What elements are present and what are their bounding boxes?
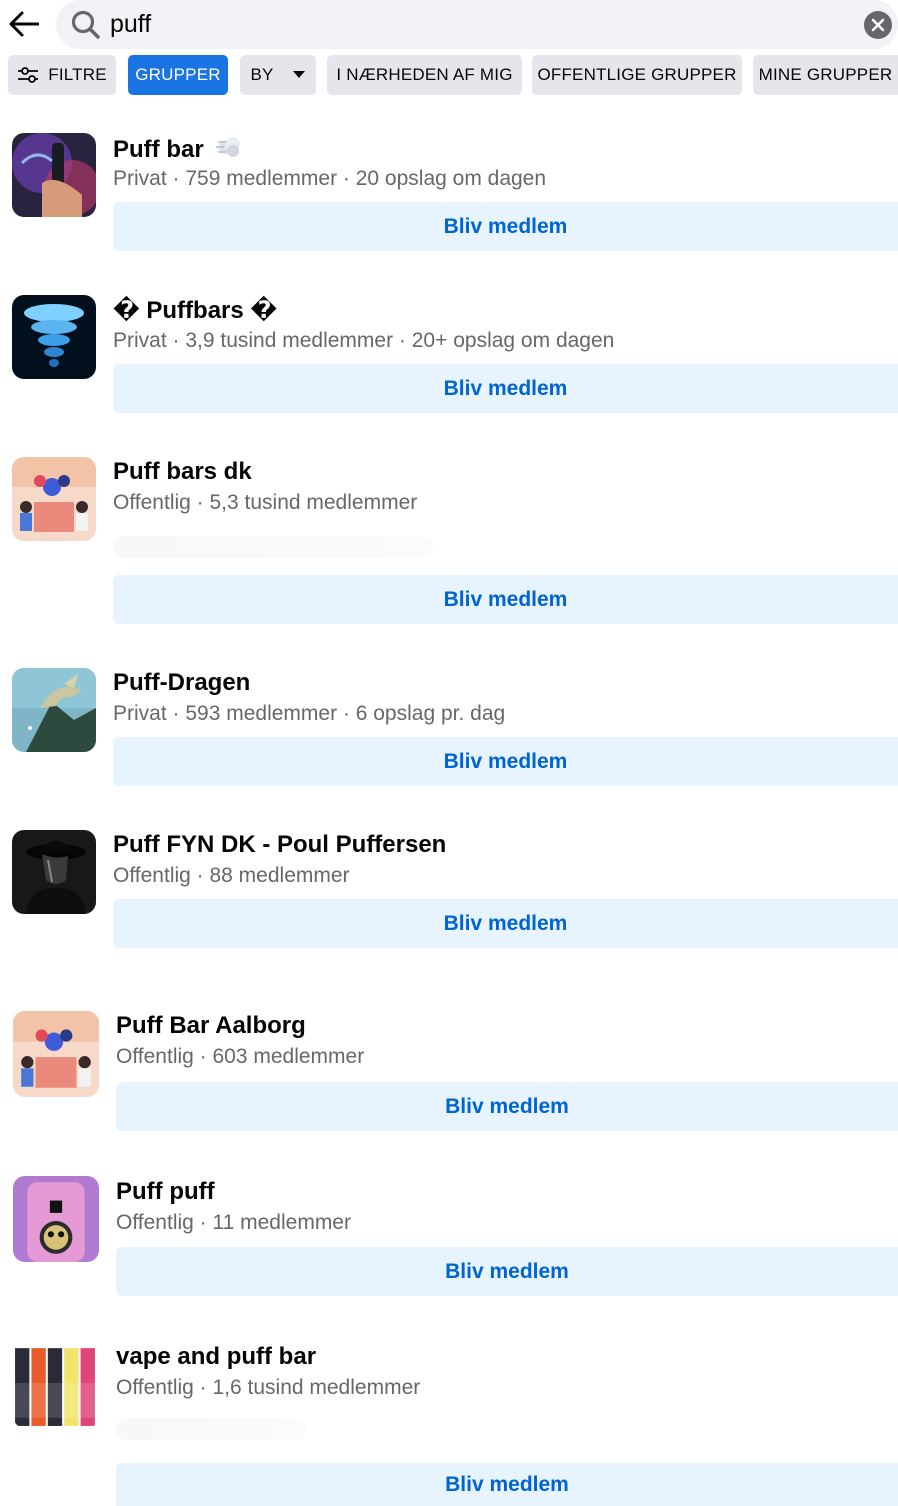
clear-search-button[interactable] (864, 11, 892, 39)
join-button[interactable]: Bliv medlem (113, 364, 898, 413)
group-result: Puff bar Privat · 759 medlemmer · 20 ops… (0, 132, 898, 257)
loading-placeholder (113, 536, 433, 558)
group-name: vape and puff bar (116, 1343, 317, 1370)
group-name: Puff-Dragen (113, 669, 251, 696)
join-button[interactable]: Bliv medlem (116, 1247, 898, 1296)
group-meta: Offentlig · 11 medlemmer (116, 1211, 351, 1234)
group-name: Puff puff (116, 1178, 215, 1205)
filter-chips: FILTRE GRUPPER BY I NÆRHEDEN AF MIG OFFE… (0, 55, 898, 95)
search-header (0, 0, 898, 50)
group-result: Puff Bar Aalborg Offentlig · 603 medlemm… (0, 1010, 898, 1135)
back-button[interactable] (6, 6, 42, 42)
group-result: vape and puff bar Offentlig · 1,6 tusind… (0, 1342, 898, 1506)
join-button[interactable]: Bliv medlem (116, 1082, 898, 1131)
filter-chip-label: I NÆRHEDEN AF MIG (336, 65, 513, 84)
group-result: Puff bars dk Offentlig · 5,3 tusind medl… (0, 456, 898, 626)
group-result: Puff-Dragen Privat · 593 medlemmer · 6 o… (0, 667, 898, 792)
search-box[interactable] (56, 0, 898, 49)
search-icon (71, 10, 100, 39)
search-input[interactable] (110, 8, 800, 40)
filter-chip-filtre[interactable]: FILTRE (8, 55, 116, 95)
group-name: Puff bar (113, 136, 204, 163)
filter-chip-label: BY (250, 65, 274, 84)
filter-chip-naerheden[interactable]: I NÆRHEDEN AF MIG (327, 55, 522, 95)
filter-chip-by[interactable]: BY (240, 55, 316, 95)
filter-chip-label: OFFENTLIGE GRUPPER (537, 65, 737, 84)
sliders-icon (17, 66, 39, 84)
join-button[interactable]: Bliv medlem (113, 202, 898, 251)
dash-icon (214, 134, 244, 167)
group-meta: Offentlig · 603 medlemmer (116, 1045, 365, 1068)
group-result: Puff FYN DK - Poul Puffersen Offentlig ·… (0, 829, 898, 954)
group-result: � Puffbars � Privat · 3,9 tusind medlemm… (0, 294, 898, 419)
group-avatar[interactable] (12, 295, 96, 379)
group-meta: Offentlig · 1,6 tusind medlemmer (116, 1376, 421, 1399)
group-avatar[interactable] (12, 133, 96, 217)
group-avatar[interactable] (13, 1176, 99, 1262)
group-meta: Offentlig · 88 medlemmer (113, 864, 350, 887)
filter-chip-mine[interactable]: MINE GRUPPER (753, 55, 898, 95)
group-title: Puff bar (113, 134, 244, 167)
group-meta: Privat · 759 medlemmer · 20 opslag om da… (113, 167, 547, 190)
group-avatar[interactable] (13, 1011, 99, 1097)
group-avatar[interactable] (12, 830, 96, 914)
group-avatar[interactable] (12, 668, 96, 752)
loading-placeholder (116, 1418, 306, 1440)
group-meta: Offentlig · 5,3 tusind medlemmer (113, 491, 418, 514)
group-name: � Puffbars � (113, 297, 278, 324)
group-meta: Privat · 593 medlemmer · 6 opslag pr. da… (113, 702, 506, 725)
group-name: Puff bars dk (113, 458, 252, 485)
join-button[interactable]: Bliv medlem (113, 737, 898, 786)
filter-chip-offentlige[interactable]: OFFENTLIGE GRUPPER (532, 55, 742, 95)
group-name: Puff FYN DK - Poul Puffersen (113, 831, 447, 858)
join-button[interactable]: Bliv medlem (113, 899, 898, 948)
arrow-left-icon (9, 11, 39, 37)
group-avatar[interactable] (12, 457, 96, 541)
filter-chip-label: FILTRE (48, 65, 107, 84)
group-name: Puff Bar Aalborg (116, 1012, 306, 1039)
filter-chip-label: MINE GRUPPER (758, 65, 893, 84)
group-result: Puff puff Offentlig · 11 medlemmer Bliv … (0, 1176, 898, 1301)
group-avatar[interactable] (13, 1342, 99, 1428)
close-icon (871, 18, 885, 32)
join-button[interactable]: Bliv medlem (113, 575, 898, 624)
caret-down-icon (292, 70, 306, 80)
group-meta: Privat · 3,9 tusind medlemmer · 20+ opsl… (113, 329, 615, 352)
join-button[interactable]: Bliv medlem (116, 1463, 898, 1506)
filter-chip-label: GRUPPER (135, 65, 221, 84)
filter-chip-grupper[interactable]: GRUPPER (128, 55, 228, 95)
